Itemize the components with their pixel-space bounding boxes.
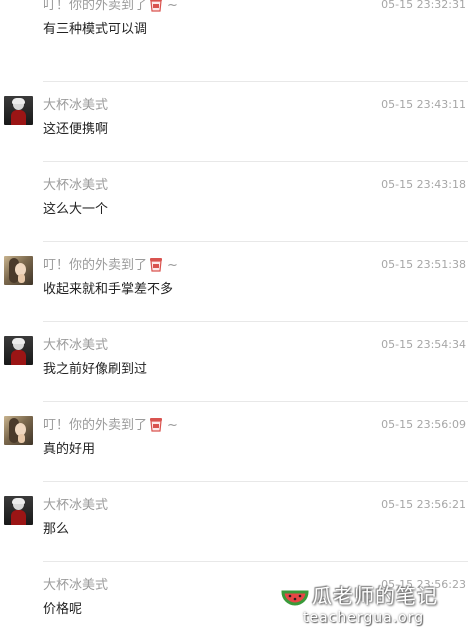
divider <box>43 321 468 322</box>
avatar[interactable] <box>4 496 33 525</box>
message-item: 大杯冰美式 05-15 23:43:18 这么大一个 <box>0 161 468 241</box>
message-item: 叮！你的外卖到了 ~ 05-15 23:56:09 真的好用 <box>0 401 468 481</box>
message-item: 叮！你的外卖到了 ~ 05-15 23:51:38 收起来就和手掌差不多 <box>0 241 468 321</box>
timestamp: 05-15 23:43:18 <box>381 178 466 191</box>
drink-cup-icon <box>149 417 163 432</box>
sender-name[interactable]: 大杯冰美式 <box>43 337 108 355</box>
message-text: 这么大一个 <box>43 202 109 217</box>
message-text: 我之前好像刷到过 <box>43 362 148 377</box>
timestamp: 05-15 23:54:34 <box>381 338 466 351</box>
avatar[interactable] <box>4 416 33 445</box>
message-text: 那么 <box>43 522 70 537</box>
divider <box>43 81 468 82</box>
timestamp: 05-15 23:56:21 <box>381 498 466 511</box>
message-text: 这还便携啊 <box>43 122 109 137</box>
timestamp: 05-15 23:51:38 <box>381 258 466 271</box>
divider <box>43 241 468 242</box>
drink-cup-icon <box>149 0 163 12</box>
message-item: 大杯冰美式 05-15 23:56:21 那么 <box>0 481 468 561</box>
message-text: 有三种模式可以调 <box>43 22 148 37</box>
message-item: 大杯冰美式 05-15 23:43:11 这还便携啊 <box>0 81 468 161</box>
message-text: 价格呢 <box>43 602 83 617</box>
timestamp: 05-15 23:43:11 <box>381 98 466 111</box>
sender-name[interactable]: 大杯冰美式 <box>43 497 108 515</box>
sender-name[interactable]: 大杯冰美式 <box>43 577 108 595</box>
sender-name[interactable]: 叮！你的外卖到了 ~ <box>43 417 178 435</box>
timestamp: 05-15 23:56:23 <box>381 578 466 591</box>
divider <box>43 481 468 482</box>
sender-name[interactable]: 大杯冰美式 <box>43 97 108 115</box>
timestamp: 05-15 23:32:31 <box>381 0 466 11</box>
divider <box>43 401 468 402</box>
divider <box>43 561 468 562</box>
message-text: 收起来就和手掌差不多 <box>43 282 174 297</box>
divider <box>43 161 468 162</box>
message-item: 大杯冰美式 05-15 23:56:23 价格呢 <box>0 561 468 641</box>
drink-cup-icon <box>149 257 163 272</box>
message-item: 叮！你的外卖到了 ~ 05-15 23:32:31 有三种模式可以调 <box>0 0 468 61</box>
avatar[interactable] <box>4 256 33 285</box>
avatar[interactable] <box>4 336 33 365</box>
message-text: 真的好用 <box>43 442 96 457</box>
sender-name[interactable]: 叮！你的外卖到了 ~ <box>43 0 178 15</box>
avatar[interactable] <box>4 96 33 125</box>
sender-name[interactable]: 大杯冰美式 <box>43 177 108 195</box>
message-item: 大杯冰美式 05-15 23:54:34 我之前好像刷到过 <box>0 321 468 401</box>
sender-name[interactable]: 叮！你的外卖到了 ~ <box>43 257 178 275</box>
timestamp: 05-15 23:56:09 <box>381 418 466 431</box>
